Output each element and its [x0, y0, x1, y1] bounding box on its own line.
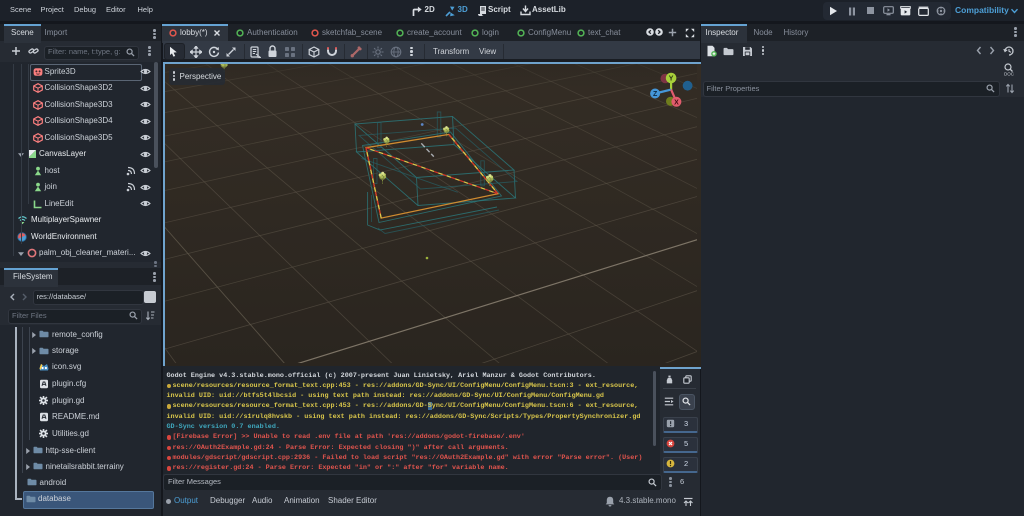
svg-text:Z: Z — [652, 91, 657, 98]
svg-text:X: X — [674, 99, 679, 106]
svg-text:DOC: DOC — [1004, 72, 1015, 77]
svg-text:Y: Y — [668, 75, 673, 82]
